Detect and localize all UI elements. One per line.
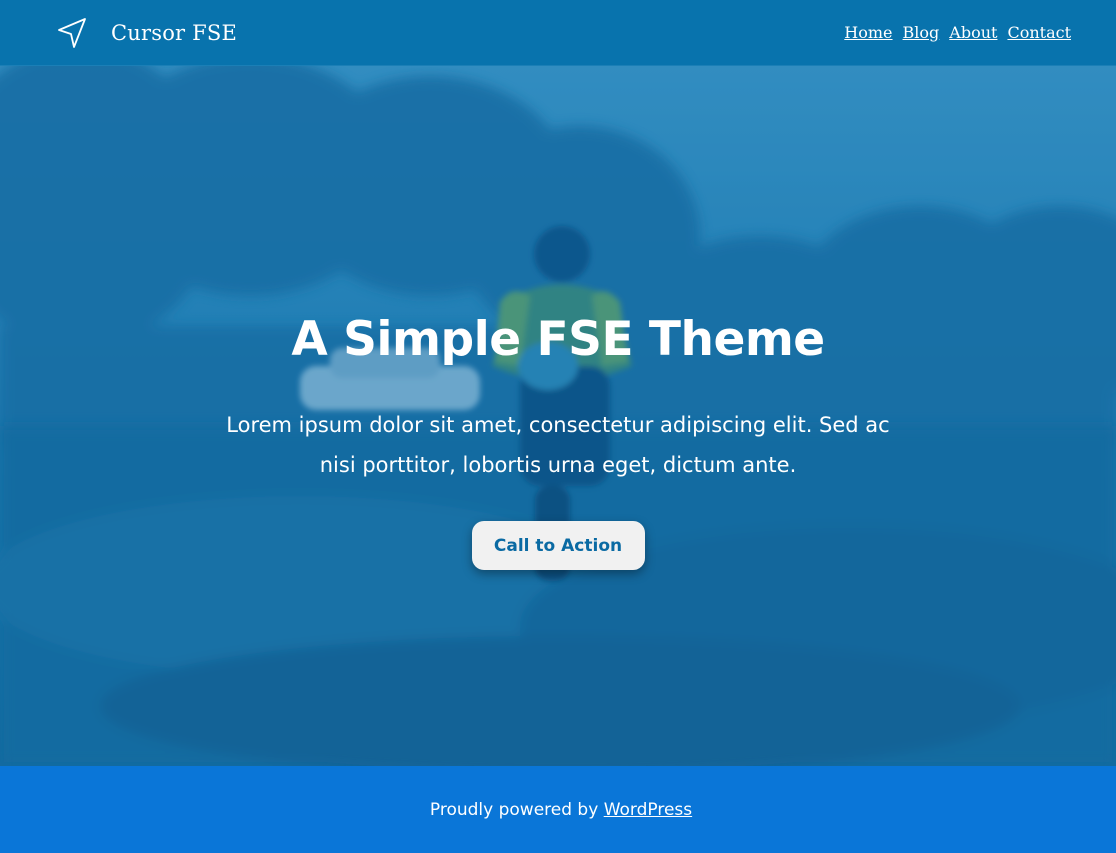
site-footer: Proudly powered by WordPress — [0, 766, 1116, 853]
hero-text: Lorem ipsum dolor sit amet, consectetur … — [226, 413, 890, 477]
call-to-action-button[interactable]: Call to Action — [471, 521, 645, 570]
hero-title: A Simple FSE Theme — [291, 312, 825, 367]
nav-link-home[interactable]: Home — [844, 23, 892, 42]
nav-link-blog[interactable]: Blog — [903, 23, 940, 42]
wordpress-link[interactable]: WordPress — [604, 800, 692, 820]
footer-prefix: Proudly powered by — [429, 799, 599, 820]
paper-plane-icon[interactable] — [55, 16, 89, 50]
hero-content: A Simple FSE Theme Lorem ipsum dolor sit… — [0, 66, 1116, 766]
footer-credit: Proudly powered by WordPress — [430, 800, 692, 820]
main-nav: Home Blog About Contact — [844, 23, 1071, 42]
brand[interactable]: Cursor FSE — [55, 16, 237, 50]
site-header: Cursor FSE Home Blog About Contact — [0, 0, 1116, 66]
nav-link-about[interactable]: About — [949, 23, 997, 42]
site-title[interactable]: Cursor FSE — [111, 21, 237, 45]
hero-section: A Simple FSE Theme Lorem ipsum dolor sit… — [0, 66, 1116, 766]
nav-link-contact[interactable]: Contact — [1007, 23, 1071, 42]
